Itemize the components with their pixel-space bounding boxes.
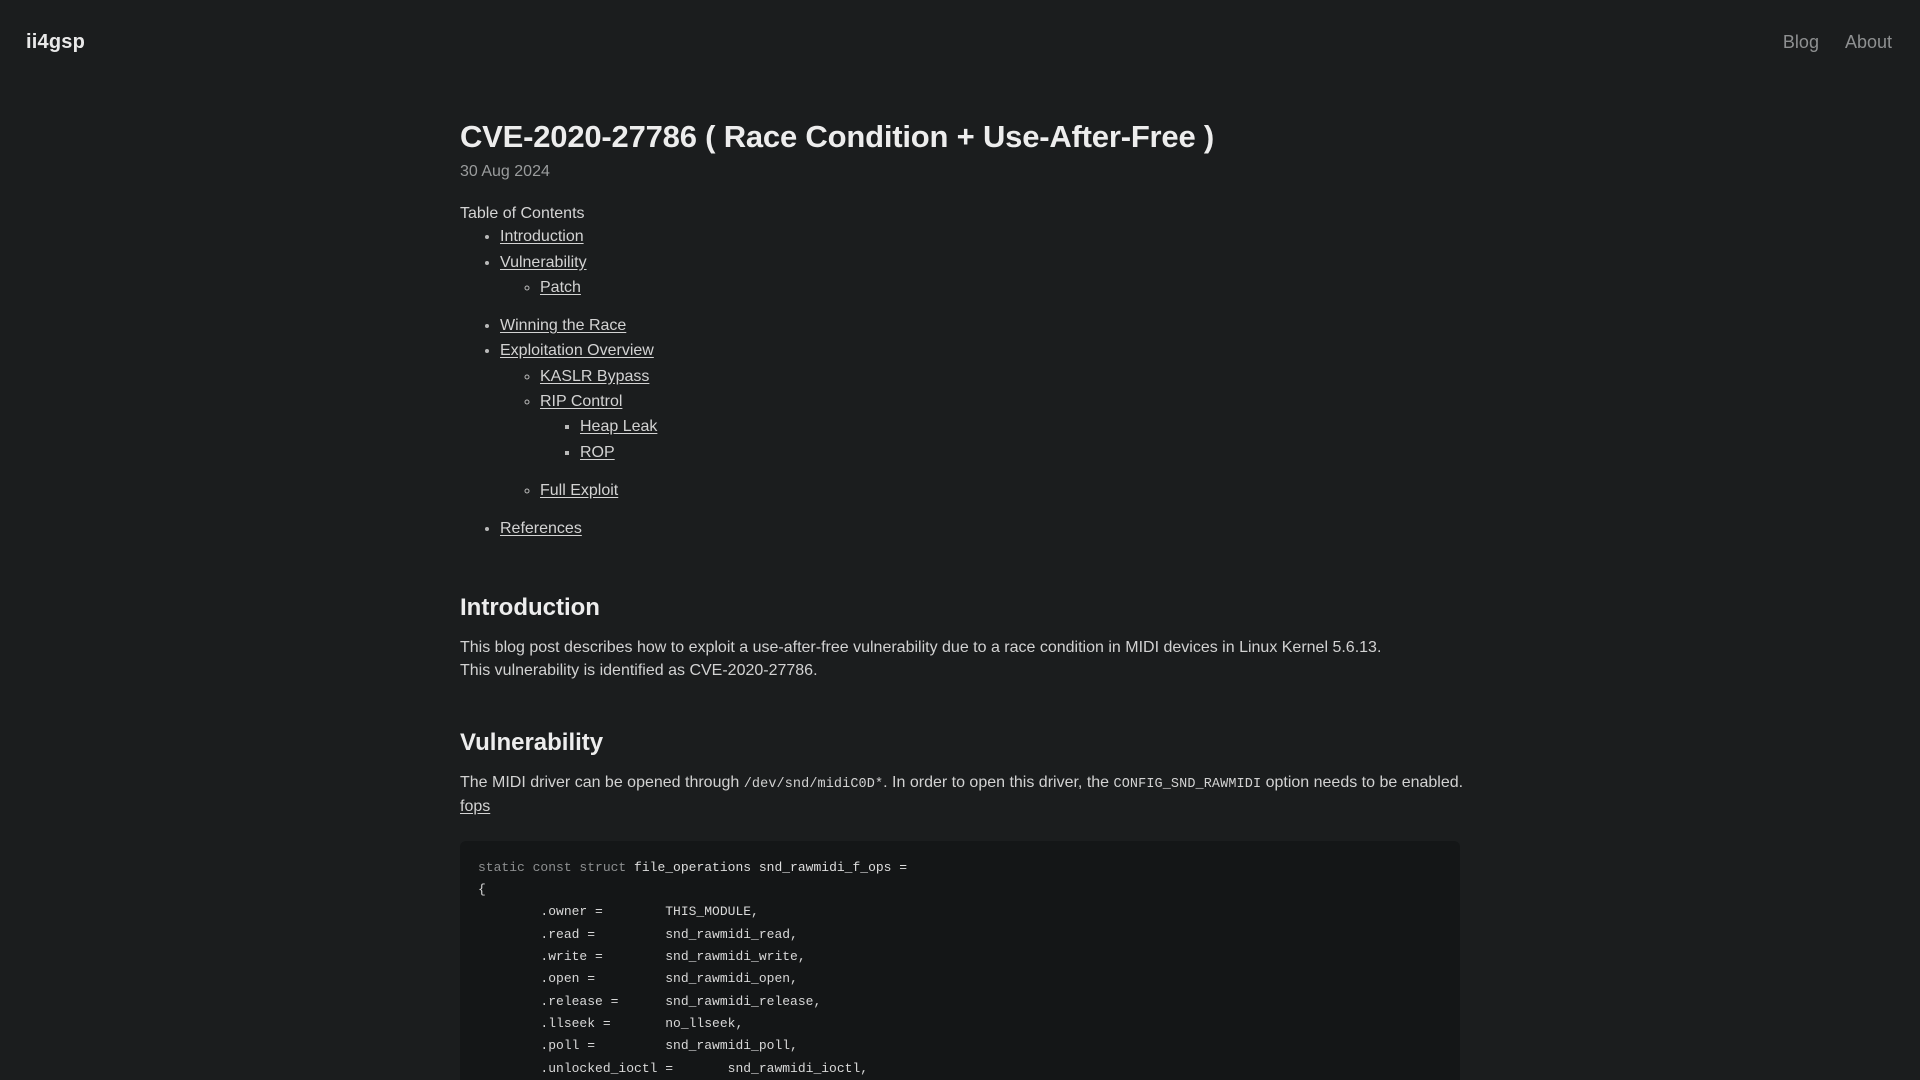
post-date: 30 Aug 2024 [460,163,550,181]
table-of-contents: Introduction Vulnerability Patch Winning… [460,225,1800,541]
toc-spacer [580,466,1800,478]
toc-link-winning-the-race[interactable]: Winning the Race [500,317,626,334]
toc-link-vulnerability[interactable]: Vulnerability [500,254,587,271]
code-declaration: file_operations snd_rawmidi_f_ops = [626,859,908,875]
toc-sublist-vulnerability: Patch [500,276,1800,313]
site-logo[interactable]: ii4gsp [26,31,85,54]
toc-sublist-exploitation: KASLR Bypass RIP Control Heap Leak ROP [500,365,1800,517]
list-item: Introduction [500,225,1800,249]
introduction-line-1: This blog post describes how to exploit … [460,638,1382,656]
toc-link-rip-control[interactable]: RIP Control [540,393,622,410]
toc-link-introduction[interactable]: Introduction [500,228,584,245]
code-body: { .owner = THIS_MODULE, .read = snd_rawm… [478,881,869,1076]
toc-link-exploitation-overview[interactable]: Exploitation Overview [500,342,654,359]
nav-link-blog[interactable]: Blog [1783,32,1819,53]
list-item: Vulnerability Patch [500,251,1800,314]
list-item: Exploitation Overview KASLR Bypass RIP C… [500,339,1800,516]
code-block-content: static const struct file_operations snd_… [478,857,1442,1080]
toc-link-heap-leak[interactable]: Heap Leak [580,418,657,435]
toc-link-full-exploit[interactable]: Full Exploit [540,482,618,499]
toc-sublist-rip-control: Heap Leak ROP [540,415,1800,478]
list-item: Winning the Race [500,314,1800,338]
post-content: CVE-2020-27786 ( Race Condition + Use-Af… [0,118,1920,1080]
vulnerability-text-3: option needs to be enabled. [1261,773,1464,791]
list-item: Full Exploit [540,479,1800,503]
list-item: KASLR Bypass [540,365,1800,389]
list-item: References [500,517,1800,541]
nav-link-about[interactable]: About [1845,32,1892,53]
inline-code-device-path: /dev/snd/midiC0D* [743,776,884,792]
code-keywords: static const struct [478,859,627,875]
list-item: Patch [540,276,1800,300]
vulnerability-paragraph: The MIDI driver can be opened through /d… [460,771,1560,819]
list-item: Heap Leak [580,415,1800,439]
vulnerability-text-1: The MIDI driver can be opened through [460,773,744,791]
toc-link-patch[interactable]: Patch [540,279,581,296]
list-item: RIP Control Heap Leak ROP [540,390,1800,478]
page-title: CVE-2020-27786 ( Race Condition + Use-Af… [460,119,1215,154]
section-heading-vulnerability: Vulnerability [460,728,604,756]
toc-label: Table of Contents [460,205,585,223]
section-heading-introduction: Introduction [460,593,600,621]
inline-code-config-option: CONFIG_SND_RAWMIDI [1113,776,1262,792]
toc-link-rop[interactable]: ROP [580,444,615,461]
toc-spacer [540,504,1800,516]
toc-link-references[interactable]: References [500,520,582,537]
code-block-snd-rawmidi-f-ops: static const struct file_operations snd_… [460,840,1460,1080]
site-nav: Blog About [1783,32,1892,53]
introduction-paragraph: This blog post describes how to exploit … [460,636,1560,683]
fops-link[interactable]: fops [460,798,490,815]
introduction-line-2: This vulnerability is identified as CVE-… [460,662,818,680]
site-header: ii4gsp Blog About [0,0,1920,84]
toc-link-kaslr-bypass[interactable]: KASLR Bypass [540,368,649,385]
vulnerability-text-2: . In order to open this driver, the [883,773,1114,791]
toc-spacer [540,301,1800,313]
list-item: ROP [580,441,1800,465]
